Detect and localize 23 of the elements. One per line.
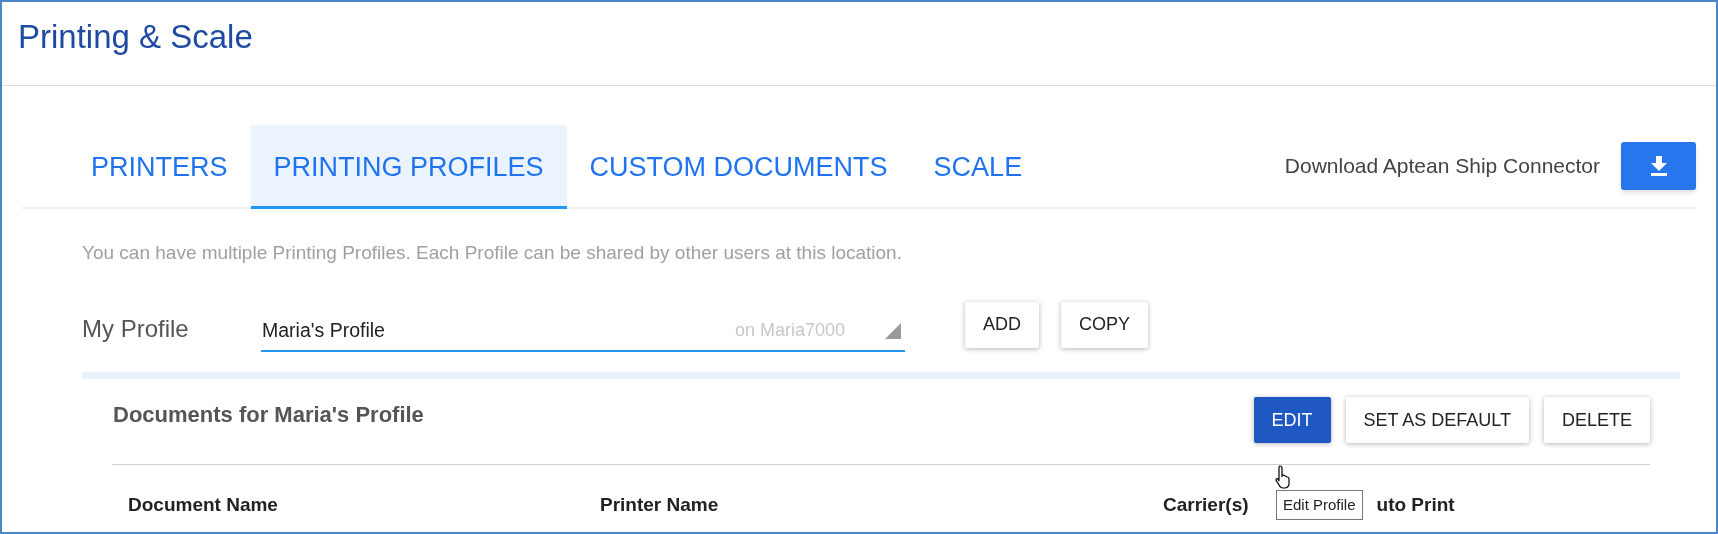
column-header: Printer Name <box>600 492 720 517</box>
document-action-button[interactable]: SET AS DEFAULT <box>1345 397 1529 443</box>
download-button[interactable] <box>1621 142 1696 190</box>
documents-title: Documents for Maria's Profile <box>113 400 424 429</box>
tab[interactable]: CUSTOM DOCUMENTS <box>566 125 911 209</box>
profile-action-button[interactable]: ADD <box>965 301 1039 348</box>
description-text: You can have multiple Printing Profiles. Each Profile can be shared by other users at this location. <box>82 241 903 265</box>
window-title: Printing & Scale <box>18 16 253 57</box>
column-header: uto Print <box>1376 492 1455 517</box>
document-action-button[interactable]: EDIT <box>1253 397 1331 443</box>
tab[interactable]: PRINTING PROFILES <box>250 125 567 209</box>
tab[interactable]: PRINTERS <box>68 125 251 209</box>
profile-action-button[interactable]: COPY <box>1061 301 1149 348</box>
column-header: Carrier(s) <box>1163 492 1249 517</box>
dropdown-triangle-icon <box>885 322 901 339</box>
tab[interactable]: SCALE <box>910 125 1046 209</box>
document-action-button[interactable]: DELETE <box>1543 397 1650 443</box>
download-label: Download Aptean Ship Connector <box>1284 153 1600 180</box>
download-icon <box>1649 156 1668 176</box>
profile-value: Maria's Profile <box>262 317 385 343</box>
column-header: Document Name <box>128 492 279 517</box>
profile-label: My Profile <box>82 313 190 344</box>
tooltip: Edit Profile <box>1276 490 1363 520</box>
